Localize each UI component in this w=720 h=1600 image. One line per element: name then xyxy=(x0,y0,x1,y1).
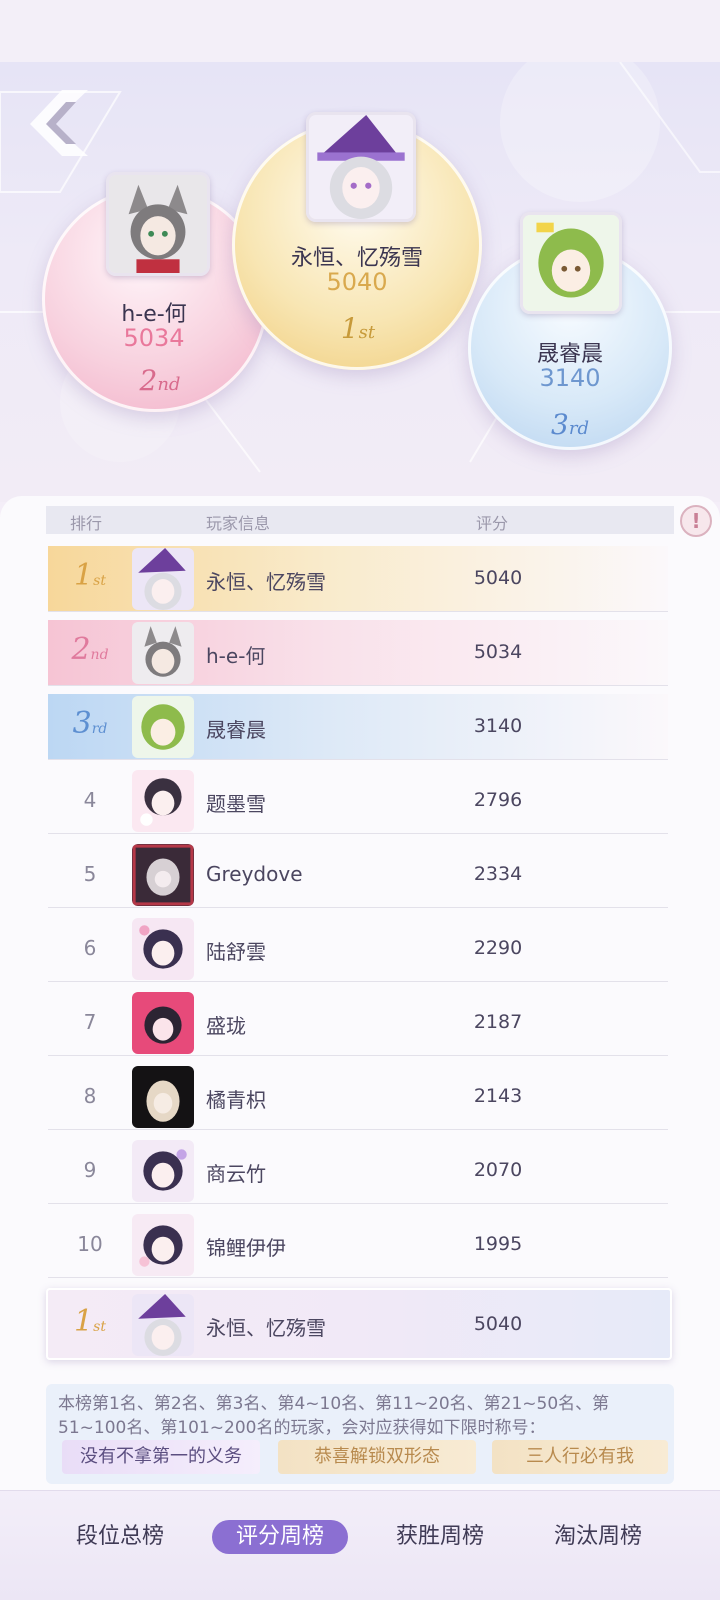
table-row[interactable]: 6 陆舒雲 2290 xyxy=(48,916,668,982)
rank-medal-second: 2nd xyxy=(71,632,109,667)
avatar-third[interactable] xyxy=(520,212,622,314)
rank-number: 10 xyxy=(77,1232,103,1256)
player-score: 2070 xyxy=(473,1159,523,1181)
player-score: 5034 xyxy=(473,641,523,663)
table-row[interactable]: 2nd h-e-何 5034 xyxy=(48,620,668,686)
reward-note-text: 本榜第1名、第2名、第3名、第4~10名、第11~20名、第21~50名、第51… xyxy=(58,1394,610,1438)
avatar[interactable] xyxy=(132,844,194,906)
first-place-tag: 1st xyxy=(340,312,376,345)
player-score: 3140 xyxy=(473,715,523,737)
player-name: 题墨雪 xyxy=(206,792,266,816)
tab-rank-overall[interactable]: 段位总榜 xyxy=(62,1520,178,1554)
table-row[interactable]: 9 商云竹 2070 xyxy=(48,1138,668,1204)
player-score: 2187 xyxy=(473,1011,523,1033)
rank-number: 4 xyxy=(83,788,97,812)
table-row[interactable]: 4 题墨雪 2796 xyxy=(48,768,668,834)
back-button[interactable] xyxy=(26,88,106,158)
player-score: 2796 xyxy=(473,789,523,811)
player-name: 盛珑 xyxy=(206,1014,246,1038)
player-score: 5040 xyxy=(473,1313,523,1335)
second-place-tag: 2nd xyxy=(139,364,181,397)
rank-number: 6 xyxy=(83,936,97,960)
top-bar xyxy=(0,0,720,62)
header-rank: 排行 xyxy=(70,514,103,533)
tab-wins-weekly[interactable]: 获胜周榜 xyxy=(382,1520,498,1554)
avatar[interactable] xyxy=(132,1066,194,1128)
avatar-first[interactable] xyxy=(306,112,416,222)
player-name: 晟睿晨 xyxy=(206,718,266,742)
header-score: 评分 xyxy=(476,514,509,533)
tab-elimination-weekly[interactable]: 淘汰周榜 xyxy=(540,1520,656,1554)
first-player-score: 5040 xyxy=(326,268,388,296)
title-badge-second[interactable]: 恭喜解锁双形态 xyxy=(278,1440,476,1474)
rank-medal-first: 1st xyxy=(74,558,106,593)
third-place-tag: 3rd xyxy=(551,408,589,441)
table-row[interactable]: 8 橘青枳 2143 xyxy=(48,1064,668,1130)
avatar[interactable] xyxy=(132,992,194,1054)
player-score: 2143 xyxy=(473,1085,523,1107)
avatar[interactable] xyxy=(132,548,194,610)
player-name: 永恒、忆殇雪 xyxy=(206,570,326,594)
my-rank-row[interactable]: 1st 永恒、忆殇雪 5040 xyxy=(46,1288,672,1360)
rank-number: 5 xyxy=(83,862,97,886)
tab-score-weekly[interactable]: 评分周榜 xyxy=(212,1520,348,1554)
player-score: 2334 xyxy=(473,863,523,885)
player-name: h-e-何 xyxy=(206,644,266,668)
table-row[interactable]: 3rd 晟睿晨 3140 xyxy=(48,694,668,760)
avatar[interactable] xyxy=(132,1214,194,1276)
second-player-score: 5034 xyxy=(123,324,185,352)
player-name: Greydove xyxy=(206,862,303,886)
rank-number: 8 xyxy=(83,1084,97,1108)
avatar[interactable] xyxy=(132,918,194,980)
table-row[interactable]: 10 锦鲤伊伊 1995 xyxy=(48,1212,668,1278)
title-badge-first[interactable]: 没有不拿第一的义务 xyxy=(62,1440,260,1474)
player-name: 永恒、忆殇雪 xyxy=(206,1316,326,1340)
avatar[interactable] xyxy=(132,770,194,832)
rank-number: 7 xyxy=(83,1010,97,1034)
title-badge-third[interactable]: 三人行必有我 xyxy=(492,1440,668,1474)
table-header: 排行 玩家信息 评分 xyxy=(46,506,674,534)
header-player: 玩家信息 xyxy=(206,514,271,533)
player-name: 陆舒雲 xyxy=(206,940,266,964)
table-row[interactable]: 7 盛珑 2187 xyxy=(48,990,668,1056)
player-score: 5040 xyxy=(473,567,523,589)
player-score: 2290 xyxy=(473,937,523,959)
rank-medal-third: 3rd xyxy=(72,706,108,741)
info-button[interactable]: ! xyxy=(680,505,712,537)
avatar[interactable] xyxy=(132,1140,194,1202)
table-row[interactable]: 1st 永恒、忆殇雪 5040 xyxy=(48,546,668,612)
avatar[interactable] xyxy=(132,622,194,684)
avatar-second[interactable] xyxy=(106,172,210,276)
rank-number: 9 xyxy=(83,1158,97,1182)
third-player-score: 3140 xyxy=(539,364,601,392)
avatar[interactable] xyxy=(132,696,194,758)
player-score: 1995 xyxy=(473,1233,523,1255)
player-name: 锦鲤伊伊 xyxy=(206,1236,286,1260)
avatar[interactable] xyxy=(132,1294,194,1356)
table-row[interactable]: 5 Greydove 2334 xyxy=(48,842,668,908)
player-name: 橘青枳 xyxy=(206,1088,266,1112)
rank-medal-first: 1st xyxy=(74,1304,106,1339)
player-name: 商云竹 xyxy=(206,1162,266,1186)
